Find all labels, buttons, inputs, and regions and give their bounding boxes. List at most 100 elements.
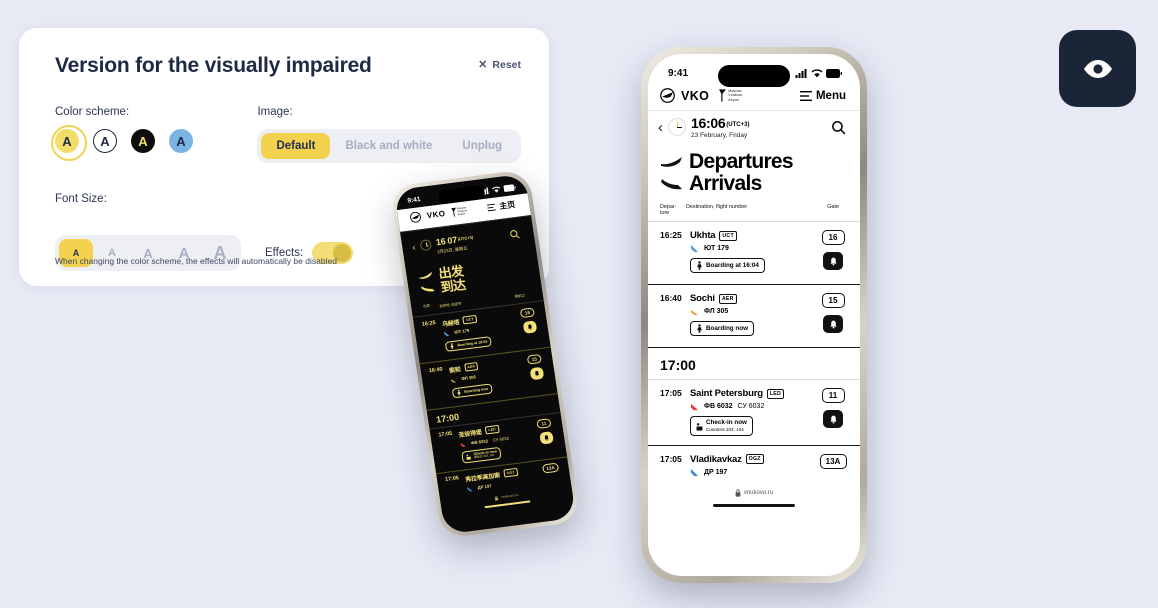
menu-label: Menu [815, 89, 846, 102]
table-row[interactable]: 16:25 Ukhta UCT ЮТ 179 Boarding at 16:04… [648, 222, 860, 286]
color-scheme-white[interactable]: A [93, 129, 117, 153]
image-option-default[interactable]: Default [261, 133, 331, 159]
arrivals-title: Arrivals [689, 172, 762, 196]
panel-header: Version for the visually impaired ✕ Rese… [55, 54, 521, 78]
airport-code: AER [463, 362, 479, 372]
panel-footnote: When changing the color scheme, the effe… [55, 256, 337, 266]
wifi-icon [492, 186, 501, 193]
image-option-unplug[interactable]: Unplug [447, 133, 517, 159]
notification-bell-button[interactable] [823, 410, 843, 429]
notification-bell-button[interactable] [522, 320, 537, 334]
chevron-left-icon[interactable]: ‹ [412, 242, 416, 252]
notification-bell-button[interactable] [529, 366, 544, 381]
destination-row: Sochi AER [690, 293, 818, 304]
gate-number: 16 [821, 230, 845, 246]
hamburger-icon [486, 203, 496, 212]
menu-button[interactable]: Menu [799, 89, 846, 102]
flight-number: ФВ 6032 [704, 403, 733, 411]
notification-bell-button[interactable] [823, 252, 843, 271]
flight-number-row: ДР 197 [690, 468, 818, 477]
current-date: 23 February, Friday [691, 132, 748, 139]
flight-actions: 15 [818, 293, 848, 338]
scheme-letter: A [176, 133, 186, 149]
url-text: vnukovo.ru [500, 493, 519, 500]
menu-button[interactable]: 主页 [486, 199, 516, 213]
airport-code: AER [718, 293, 737, 304]
table-row[interactable]: 17:05 Saint Petersburg LED ФВ 6032 СУ 60… [648, 380, 860, 446]
table-row[interactable]: 17:05 Vladikavkaz OGZ ДР 197 13A [648, 446, 860, 481]
status-text: Check-in now 服务台 103, 104 [473, 449, 497, 460]
color-scheme-yellow[interactable]: A [51, 125, 87, 161]
status-badge[interactable]: Check-in now 服务台 103, 104 [461, 446, 503, 464]
boarding-icon [457, 389, 461, 396]
gate-number: 11 [821, 388, 845, 404]
flight-destination: 弗拉季高加索 [465, 472, 501, 484]
brand-name: VKO [426, 208, 446, 221]
airline-logo-icon [690, 404, 699, 411]
status-badge[interactable]: Check-in now Counters 103, 104 [690, 416, 753, 436]
status-icons [479, 184, 516, 196]
wifi-icon [811, 68, 823, 77]
status-text: Boarding now [706, 324, 748, 332]
vko-plane-logo-icon [410, 211, 421, 223]
eye-icon [1083, 59, 1112, 78]
airport-code: UCT [719, 230, 737, 241]
time-group-heading: 17:00 [648, 348, 860, 381]
image-option-black-and-white[interactable]: Black and white [330, 133, 447, 159]
status-badge[interactable]: Boarding now [690, 321, 754, 337]
alt-flight-number: СУ 6032 [737, 403, 765, 411]
brand-block[interactable]: VKO Moscow Vnukovo Airport [409, 203, 484, 223]
phone-large-light: 9:41 VKO Moscow Vnukovo Airport Menu ‹ 1… [641, 47, 867, 583]
flight-actions: 13A [540, 462, 563, 482]
bell-icon [830, 320, 836, 329]
hamburger-icon [799, 90, 812, 101]
table-row[interactable]: 16:40 Sochi AER ФЛ 305 Boarding now 15 [648, 285, 860, 349]
page-title: Version for the visually impaired [55, 54, 372, 77]
status-text: Boarding at 16:04 [706, 261, 759, 269]
clock-text: 16 07(UTC+3) 2月23日, 星期五 [434, 224, 506, 256]
status-badge[interactable]: Boarding now [451, 383, 493, 399]
flight-time: 16:25 [660, 230, 682, 241]
airport-code: UCT [462, 315, 478, 325]
menu-label: 主页 [498, 200, 516, 211]
flight-details: Vladikavkaz OGZ ДР 197 [686, 454, 818, 477]
image-segmented-control: Default Black and white Unplug [257, 129, 521, 163]
status-badge[interactable]: Boarding at 16:04 [690, 258, 765, 274]
flight-destination: 索契 [448, 367, 462, 375]
reset-label: Reset [492, 59, 521, 71]
reset-button[interactable]: ✕ Reset [478, 59, 521, 71]
brand-block[interactable]: VKO Moscow Vnukovo Airport [660, 88, 754, 103]
airport-code: OGZ [745, 454, 764, 465]
color-scheme-blue[interactable]: A [169, 129, 193, 153]
search-icon[interactable] [509, 228, 520, 239]
browser-url-bar: vnukovo.ru [648, 481, 860, 502]
arrivals-title-row[interactable]: Arrivals [660, 172, 846, 196]
destination-row: Saint Petersburg LED [690, 388, 818, 399]
scheme-letter: A [138, 133, 148, 149]
destination-row: Ukhta UCT [690, 230, 818, 241]
section-titles: Departures Arrivals [648, 147, 860, 198]
scheme-letter: A [62, 133, 72, 149]
arrivals-title: 到达 [439, 276, 467, 295]
vko-plane-logo-icon [660, 88, 675, 103]
search-icon[interactable] [831, 120, 846, 135]
flight-actions: 16 [818, 230, 848, 275]
chevron-left-icon[interactable]: ‹ [658, 120, 663, 135]
boarding-icon [697, 324, 702, 334]
clock-text: 16:06(UTC+3) 23 February, Friday [691, 115, 826, 139]
flight-number: ФЛ 305 [461, 374, 477, 382]
battery-icon [503, 184, 516, 192]
url-text: vnukovo.ru [743, 489, 774, 496]
status-text: Check-in now Counters 103, 104 [706, 419, 747, 433]
status-badge[interactable]: Boarding at 16:04 [444, 335, 493, 352]
battery-icon [826, 68, 842, 78]
alt-flight-number: СУ 6032 [492, 435, 510, 443]
notification-bell-button[interactable] [823, 315, 843, 334]
flight-details: 索契 AER ФЛ 305 Boarding now [444, 356, 529, 402]
departures-title-row[interactable]: Departures [660, 150, 846, 173]
notification-bell-button[interactable] [538, 430, 554, 445]
airline-logo-icon [450, 379, 457, 383]
flight-number: ДР 197 [704, 468, 728, 476]
color-scheme-black[interactable]: A [131, 129, 155, 153]
accessibility-eye-button[interactable] [1059, 30, 1136, 107]
